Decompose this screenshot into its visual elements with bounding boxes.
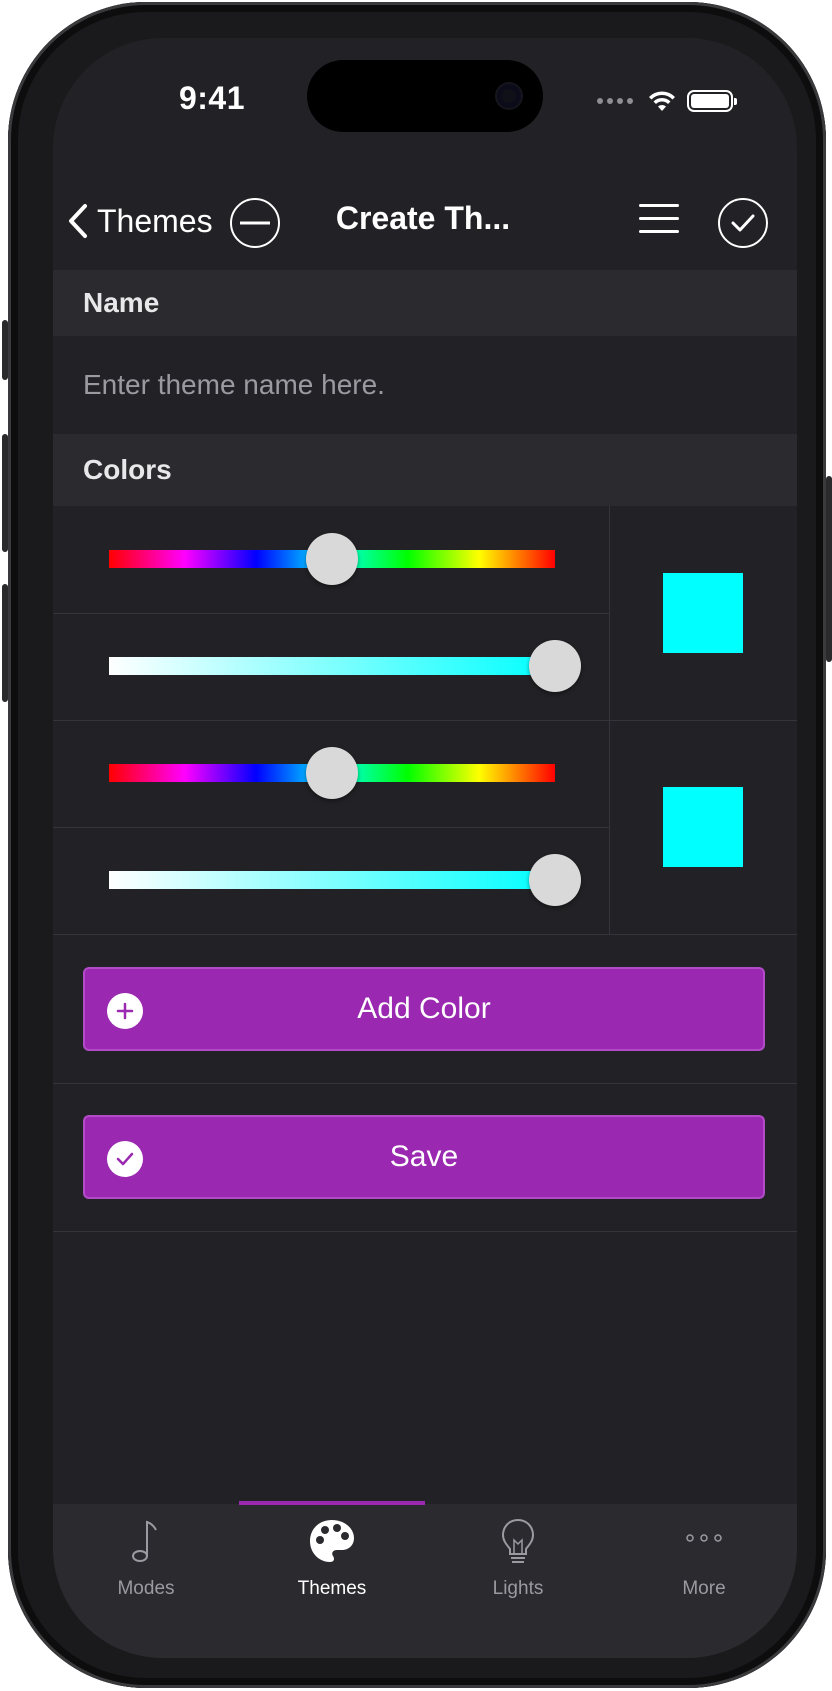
name-row: [53, 336, 797, 434]
color-group-2: [53, 720, 797, 935]
back-button[interactable]: Themes: [67, 196, 213, 246]
silent-switch: [2, 320, 8, 380]
dynamic-island: [307, 60, 543, 132]
saturation-slider-row: [53, 613, 609, 720]
saturation-slider-row: [53, 827, 609, 934]
phone-frame: 9:41 Themes Create Th... Name Enter them…: [2, 2, 832, 1688]
camera-icon: [497, 84, 521, 108]
palette-icon: [239, 1518, 425, 1566]
tab-modes-label: Modes: [117, 1578, 175, 1599]
back-label: Themes: [97, 202, 213, 239]
volume-up-button: [2, 434, 8, 552]
page-title: Create Th...: [335, 200, 511, 236]
hue-slider-row: [53, 506, 609, 614]
hue-slider-thumb[interactable]: [306, 747, 358, 799]
hue-slider-thumb[interactable]: [306, 533, 358, 585]
save-label: Save: [389, 1140, 459, 1173]
chevron-left-icon: [69, 204, 87, 238]
minus-icon: [240, 221, 270, 225]
hue-slider[interactable]: [109, 533, 555, 585]
saturation-slider-thumb[interactable]: [529, 640, 581, 692]
power-button: [826, 476, 832, 662]
tab-more-label: More: [682, 1578, 726, 1599]
music-note-icon: [53, 1518, 239, 1566]
plus-circle-icon: [107, 993, 143, 1029]
status-indicators: [597, 86, 737, 116]
checkmark-icon: [731, 214, 755, 232]
wifi-icon: [649, 91, 675, 111]
navigation-bar: Themes Create Th...: [53, 178, 797, 271]
checkmark-circle-icon: [107, 1141, 143, 1177]
color-group-1: [53, 506, 797, 721]
hue-slider[interactable]: [109, 747, 555, 799]
save-button[interactable]: Save: [83, 1115, 765, 1199]
tab-lights-label: Lights: [492, 1578, 544, 1599]
add-color-button[interactable]: Add Color: [83, 967, 765, 1051]
saturation-slider[interactable]: [109, 854, 581, 906]
battery-icon: [687, 90, 737, 112]
confirm-button[interactable]: [718, 198, 768, 248]
saturation-slider[interactable]: [109, 640, 581, 692]
volume-down-button: [2, 584, 8, 702]
lightbulb-icon: [425, 1518, 611, 1566]
color-swatch: [663, 787, 743, 867]
tab-bar: Modes Themes Lights More: [53, 1501, 797, 1658]
color-swatch: [663, 573, 743, 653]
colors-section-header: Colors: [53, 434, 797, 506]
status-time: 9:41: [178, 80, 246, 116]
menu-button[interactable]: [639, 204, 679, 236]
divider: [609, 506, 610, 720]
hue-slider-row: [53, 720, 609, 828]
divider: [609, 720, 610, 934]
theme-name-input[interactable]: [83, 336, 763, 434]
save-row: Save: [53, 1083, 797, 1232]
tab-more[interactable]: More: [611, 1504, 797, 1624]
saturation-slider-thumb[interactable]: [529, 854, 581, 906]
app-screen: 9:41 Themes Create Th... Name Enter them…: [53, 38, 797, 1658]
tab-themes-label: Themes: [297, 1578, 367, 1599]
add-color-label: Add Color: [357, 992, 491, 1025]
signal-dots-icon: [597, 98, 633, 104]
more-dots-icon: [611, 1518, 797, 1566]
name-section-header: Name: [53, 270, 797, 336]
tab-themes[interactable]: Themes: [239, 1504, 425, 1624]
tab-lights[interactable]: Lights: [425, 1504, 611, 1624]
add-color-row: Add Color: [53, 935, 797, 1084]
tab-modes[interactable]: Modes: [53, 1504, 239, 1624]
